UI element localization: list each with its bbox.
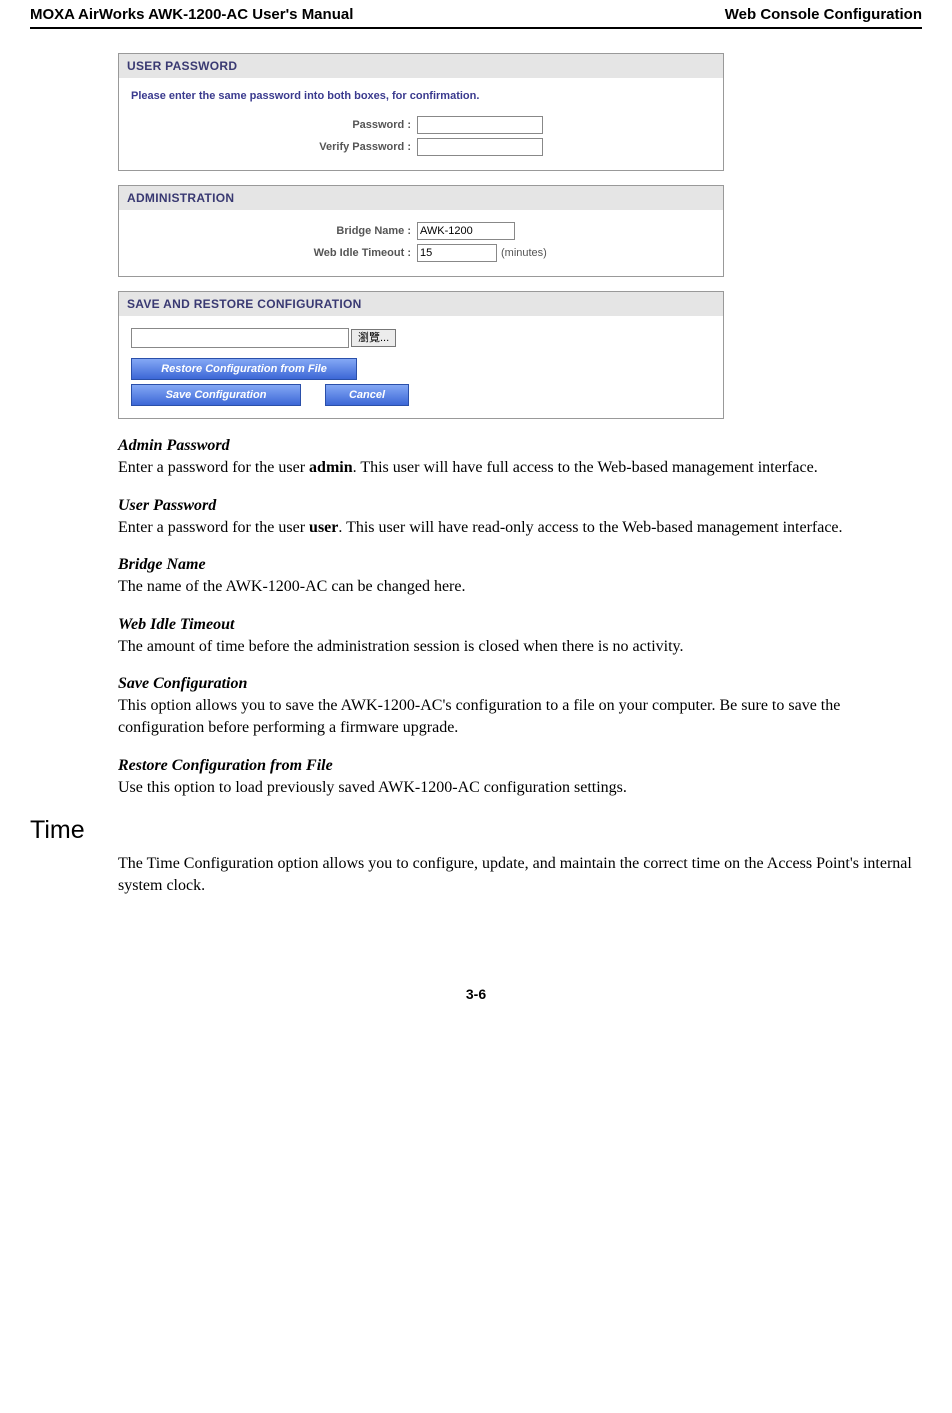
text-admin-password-1: Enter a password for the user xyxy=(118,459,309,476)
heading-web-idle-timeout: Web Idle Timeout xyxy=(118,616,922,634)
text-restore-configuration: Use this option to load previously saved… xyxy=(118,777,922,799)
panel-title-administration: ADMINISTRATION xyxy=(119,186,723,210)
heading-time: Time xyxy=(30,816,922,845)
text-admin-password: Enter a password for the user admin. Thi… xyxy=(118,457,922,479)
file-path-input[interactable] xyxy=(131,328,349,348)
text-user-password: Enter a password for the user user. This… xyxy=(118,517,922,539)
text-web-idle-timeout: The amount of time before the administra… xyxy=(118,636,922,658)
panel-save-restore: SAVE AND RESTORE CONFIGURATION 瀏覽... Res… xyxy=(118,291,724,419)
text-bridge-name: The name of the AWK-1200-AC can be chang… xyxy=(118,576,922,598)
text-admin-password-2: . This user will have full access to the… xyxy=(353,459,818,476)
web-idle-timeout-input[interactable] xyxy=(417,244,497,262)
user-password-instruction: Please enter the same password into both… xyxy=(131,90,711,102)
text-user-password-bold: user xyxy=(309,519,338,536)
header-right: Web Console Configuration xyxy=(725,6,922,23)
page-number: 3-6 xyxy=(0,986,952,1002)
timeout-unit: (minutes) xyxy=(501,247,547,259)
bridge-name-input[interactable] xyxy=(417,222,515,240)
cancel-button[interactable]: Cancel xyxy=(325,384,409,406)
restore-config-button[interactable]: Restore Configuration from File xyxy=(131,358,357,380)
panel-administration: ADMINISTRATION Bridge Name : Web Idle Ti… xyxy=(118,185,724,277)
password-label: Password : xyxy=(131,119,417,131)
heading-bridge-name: Bridge Name xyxy=(118,556,922,574)
heading-admin-password: Admin Password xyxy=(118,437,922,455)
password-input[interactable] xyxy=(417,116,543,134)
header-left: MOXA AirWorks AWK-1200-AC User's Manual xyxy=(30,6,353,23)
bridge-name-label: Bridge Name : xyxy=(131,225,417,237)
text-admin-password-bold: admin xyxy=(309,459,353,476)
heading-save-configuration: Save Configuration xyxy=(118,675,922,693)
verify-password-label: Verify Password : xyxy=(131,141,417,153)
panel-title-user-password: USER PASSWORD xyxy=(119,54,723,78)
verify-password-input[interactable] xyxy=(417,138,543,156)
text-save-configuration: This option allows you to save the AWK-1… xyxy=(118,695,922,738)
save-config-button[interactable]: Save Configuration xyxy=(131,384,301,406)
panel-user-password: USER PASSWORD Please enter the same pass… xyxy=(118,53,724,171)
config-screenshot: USER PASSWORD Please enter the same pass… xyxy=(118,53,724,419)
browse-button[interactable]: 瀏覽... xyxy=(351,329,396,347)
text-user-password-2: . This user will have read-only access t… xyxy=(338,519,842,536)
text-time: The Time Configuration option allows you… xyxy=(118,853,922,896)
panel-title-save-restore: SAVE AND RESTORE CONFIGURATION xyxy=(119,292,723,316)
web-idle-timeout-label: Web Idle Timeout : xyxy=(131,247,417,259)
heading-restore-configuration: Restore Configuration from File xyxy=(118,757,922,775)
heading-user-password: User Password xyxy=(118,497,922,515)
header-rule xyxy=(30,27,922,29)
text-user-password-1: Enter a password for the user xyxy=(118,519,309,536)
